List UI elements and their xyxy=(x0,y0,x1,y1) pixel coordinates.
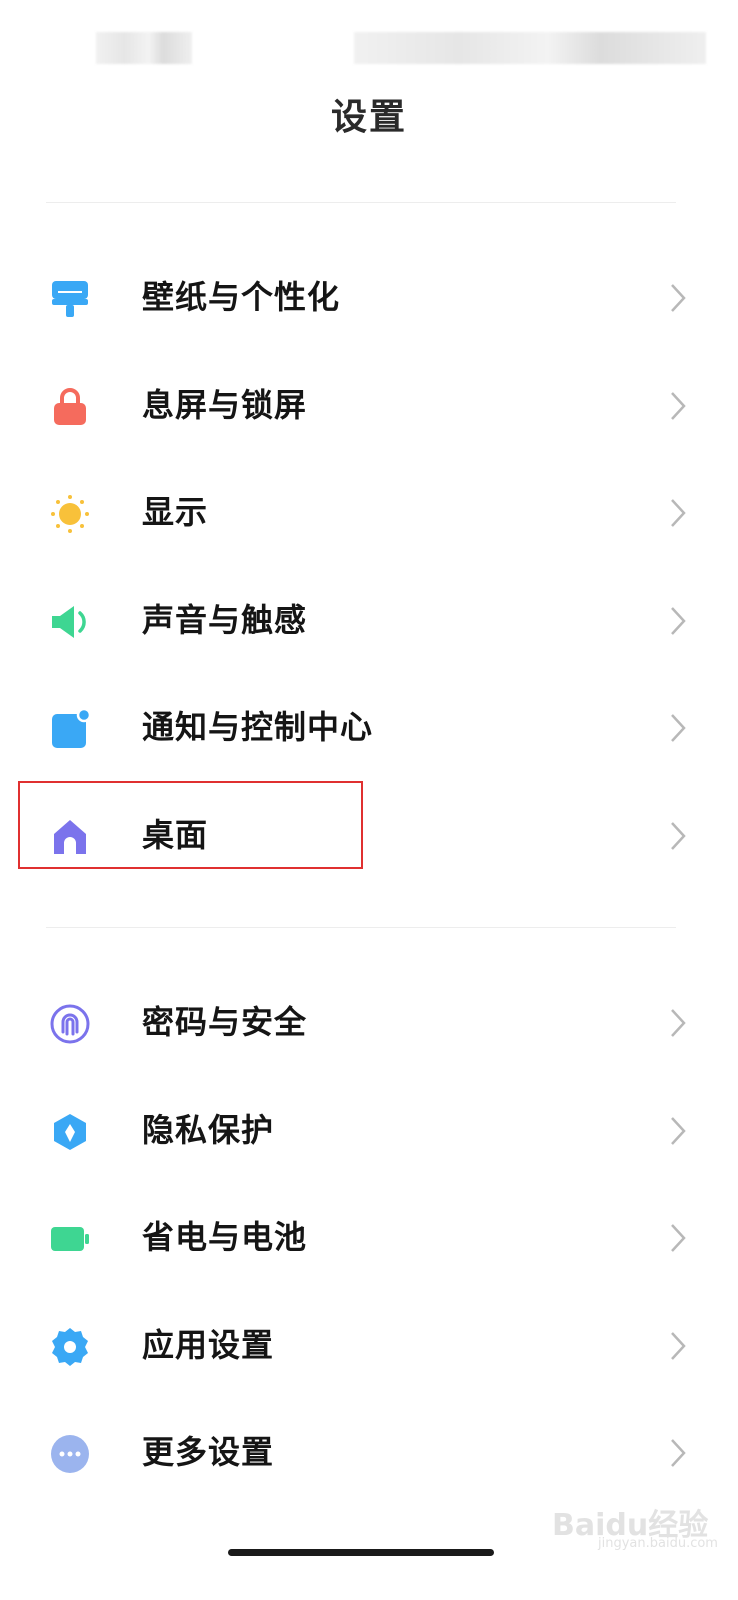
settings-item-label: 壁纸与个性化 xyxy=(142,278,341,316)
settings-item-sound[interactable]: 声音与触感 xyxy=(0,568,738,676)
settings-item-wallpaper[interactable]: 壁纸与个性化 xyxy=(0,245,738,353)
settings-item-label: 更多设置 xyxy=(142,1433,275,1471)
settings-item-app-settings[interactable]: 应用设置 xyxy=(0,1293,738,1401)
speaker-icon xyxy=(52,605,86,638)
home-indicator-bar[interactable] xyxy=(228,1549,494,1556)
lock-icon xyxy=(54,387,86,425)
privacy-shield-icon xyxy=(54,1113,86,1150)
battery-icon xyxy=(51,1227,89,1251)
settings-item-label: 密码与安全 xyxy=(142,1003,308,1041)
settings-item-battery[interactable]: 省电与电池 xyxy=(0,1185,738,1293)
chevron-right-icon xyxy=(671,606,686,635)
page-title: 设置 xyxy=(330,97,407,138)
settings-group-system: 密码与安全 隐私保护 省电与电池 应用设置 更多设置 xyxy=(0,970,738,1508)
chevron-right-icon xyxy=(671,284,686,312)
chevron-right-icon xyxy=(671,1009,686,1037)
status-bar-right-blurred xyxy=(354,32,706,64)
more-icon xyxy=(51,1435,89,1473)
settings-item-label: 声音与触感 xyxy=(142,600,308,639)
chevron-right-icon xyxy=(671,1224,686,1252)
settings-item-display[interactable]: 显示 xyxy=(0,460,738,568)
chevron-right-icon xyxy=(671,391,686,420)
watermark-url: jingyan.baidu.com xyxy=(598,1536,718,1551)
sun-icon xyxy=(51,495,89,533)
status-bar-left-blurred xyxy=(96,32,192,64)
chevron-right-icon xyxy=(671,1116,686,1145)
chevron-right-icon xyxy=(671,1331,686,1360)
chevron-right-icon xyxy=(671,821,686,850)
wallpaper-brush-icon xyxy=(52,281,88,317)
settings-item-label: 息屏与锁屏 xyxy=(142,385,308,424)
chevron-right-icon xyxy=(671,499,686,527)
settings-item-lockscreen[interactable]: 息屏与锁屏 xyxy=(0,353,738,461)
settings-item-label: 显示 xyxy=(142,493,209,531)
settings-item-password-security[interactable]: 密码与安全 xyxy=(0,970,738,1078)
notification-icon xyxy=(52,709,90,748)
settings-item-label: 省电与电池 xyxy=(142,1218,308,1256)
gear-icon xyxy=(52,1327,88,1366)
settings-item-label: 应用设置 xyxy=(142,1325,275,1364)
settings-item-more-settings[interactable]: 更多设置 xyxy=(0,1400,738,1508)
chevron-right-icon xyxy=(671,1439,686,1467)
group-divider xyxy=(46,927,676,928)
chevron-right-icon xyxy=(671,714,686,742)
fingerprint-icon xyxy=(50,1004,90,1044)
header-divider xyxy=(46,202,676,203)
settings-item-notifications[interactable]: 通知与控制中心 xyxy=(0,675,738,783)
highlight-annotation-box xyxy=(18,781,363,869)
settings-item-privacy[interactable]: 隐私保护 xyxy=(0,1078,738,1186)
settings-item-label: 通知与控制中心 xyxy=(142,708,374,746)
settings-item-label: 隐私保护 xyxy=(142,1110,275,1149)
